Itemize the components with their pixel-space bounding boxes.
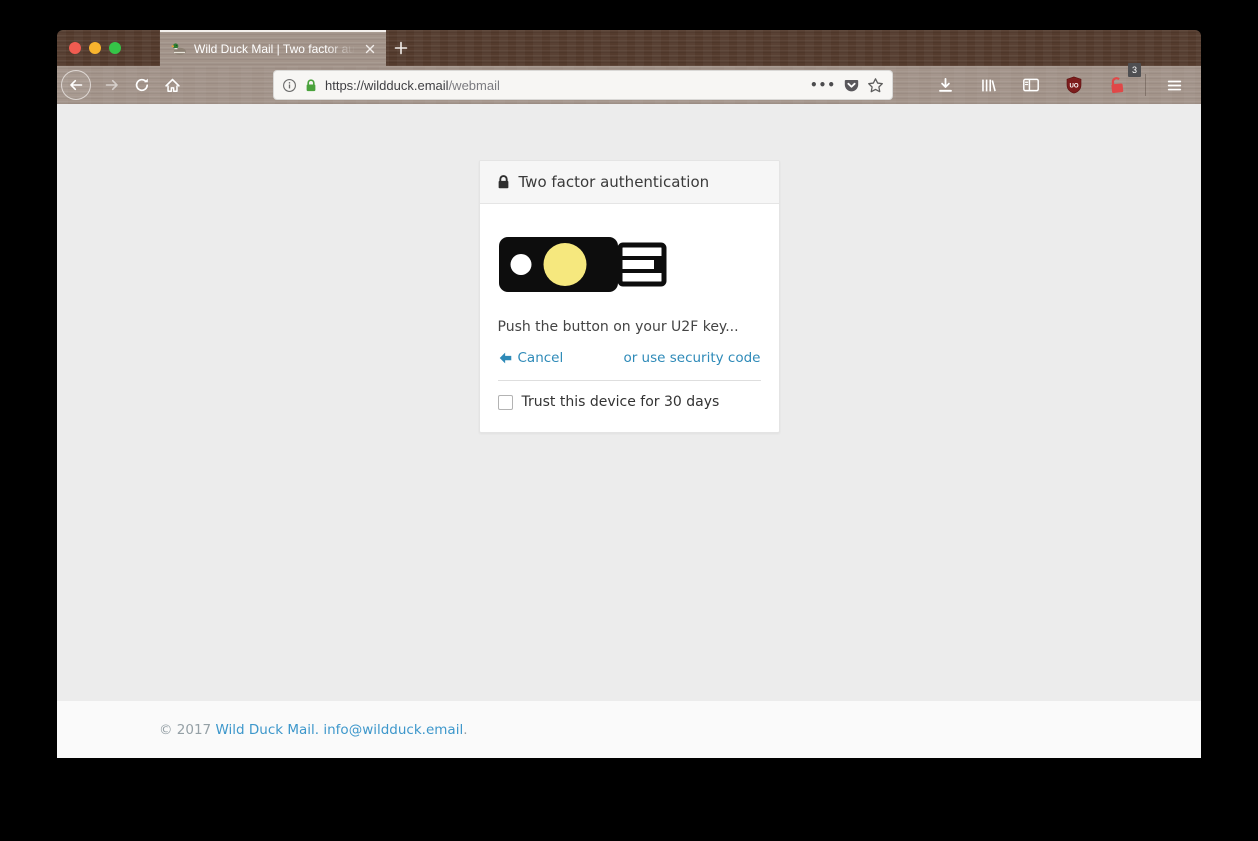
sidebar-icon xyxy=(1022,76,1040,94)
forward-button[interactable] xyxy=(97,70,127,100)
back-button[interactable] xyxy=(61,70,91,100)
minimize-window-button[interactable] xyxy=(89,42,101,54)
links-row: Cancel or use security code xyxy=(498,350,761,366)
svg-text:UO: UO xyxy=(1069,83,1078,89)
footer-period: . xyxy=(463,722,467,738)
page-content: Two factor authentication Push the butto… xyxy=(57,104,1201,701)
url-bar[interactable]: https://wildduck.email/webmail ••• xyxy=(273,70,893,100)
home-icon xyxy=(164,77,181,94)
https-lock-icon[interactable] xyxy=(304,78,318,93)
pocket-icon[interactable] xyxy=(843,77,860,94)
new-tab-button[interactable] xyxy=(386,30,416,66)
brand-link[interactable]: Wild Duck Mail. xyxy=(215,722,319,738)
trust-device-checkbox[interactable] xyxy=(498,395,513,410)
plus-icon xyxy=(394,41,408,55)
ublock-extension-button[interactable]: UO xyxy=(1059,70,1089,100)
zoom-window-button[interactable] xyxy=(109,42,121,54)
lock-extension-button[interactable]: 3 xyxy=(1102,70,1132,100)
two-factor-card: Two factor authentication Push the butto… xyxy=(479,160,780,433)
forward-icon xyxy=(104,77,120,93)
ublock-shield-icon: UO xyxy=(1065,76,1083,94)
arrow-left-icon xyxy=(498,351,513,365)
active-tab[interactable]: Wild Duck Mail | Two factor auth xyxy=(160,30,386,66)
security-code-link[interactable]: or use security code xyxy=(623,350,760,366)
traffic-lights xyxy=(69,42,121,54)
card-body: Push the button on your U2F key... Cance… xyxy=(480,204,779,432)
cancel-label: Cancel xyxy=(518,350,564,366)
browser-window: Wild Duck Mail | Two factor auth xyxy=(57,30,1201,758)
trust-device-label: Trust this device for 30 days xyxy=(522,394,720,410)
bookmark-star-icon[interactable] xyxy=(867,77,884,94)
copyright-text: © 2017 xyxy=(159,722,211,738)
lock-icon xyxy=(496,174,511,190)
card-title: Two factor authentication xyxy=(519,173,710,191)
library-button[interactable] xyxy=(973,70,1003,100)
card-header: Two factor authentication xyxy=(480,161,779,204)
toolbar-separator xyxy=(1145,74,1146,96)
tab-title: Wild Duck Mail | Two factor auth xyxy=(194,42,355,56)
url-text[interactable]: https://wildduck.email/webmail xyxy=(325,78,803,93)
home-button[interactable] xyxy=(157,70,187,100)
reload-icon xyxy=(134,77,150,93)
menu-hamburger-icon xyxy=(1166,77,1183,94)
u2f-key-image xyxy=(498,231,670,298)
reload-button[interactable] xyxy=(127,70,157,100)
download-icon xyxy=(937,77,954,94)
menu-button[interactable] xyxy=(1159,70,1189,100)
info-icon[interactable] xyxy=(282,78,297,93)
cancel-link[interactable]: Cancel xyxy=(498,350,564,366)
downloads-button[interactable] xyxy=(930,70,960,100)
duck-favicon xyxy=(171,41,187,57)
library-icon xyxy=(980,77,997,94)
close-window-button[interactable] xyxy=(69,42,81,54)
footer-text: © 2017 Wild Duck Mail. info@wildduck.ema… xyxy=(159,722,1099,738)
page-footer: © 2017 Wild Duck Mail. info@wildduck.ema… xyxy=(57,701,1201,758)
tab-strip: Wild Duck Mail | Two factor auth xyxy=(57,30,1201,66)
email-link[interactable]: info@wildduck.email xyxy=(323,722,463,738)
sidebar-toggle-button[interactable] xyxy=(1016,70,1046,100)
page-actions-button[interactable]: ••• xyxy=(810,78,836,92)
divider xyxy=(498,380,761,381)
extension-badge: 3 xyxy=(1128,63,1141,77)
navigation-toolbar: https://wildduck.email/webmail ••• xyxy=(57,66,1201,104)
tab-close-icon[interactable] xyxy=(362,41,378,57)
url-path: /webmail xyxy=(449,78,500,93)
trust-device-row[interactable]: Trust this device for 30 days xyxy=(498,394,761,410)
extension-lock-icon xyxy=(1107,75,1127,95)
url-host: https://wildduck.email xyxy=(325,78,449,93)
back-icon xyxy=(68,77,84,93)
instruction-text: Push the button on your U2F key... xyxy=(498,319,761,335)
toolbar-right-icons: UO 3 xyxy=(930,70,1189,100)
